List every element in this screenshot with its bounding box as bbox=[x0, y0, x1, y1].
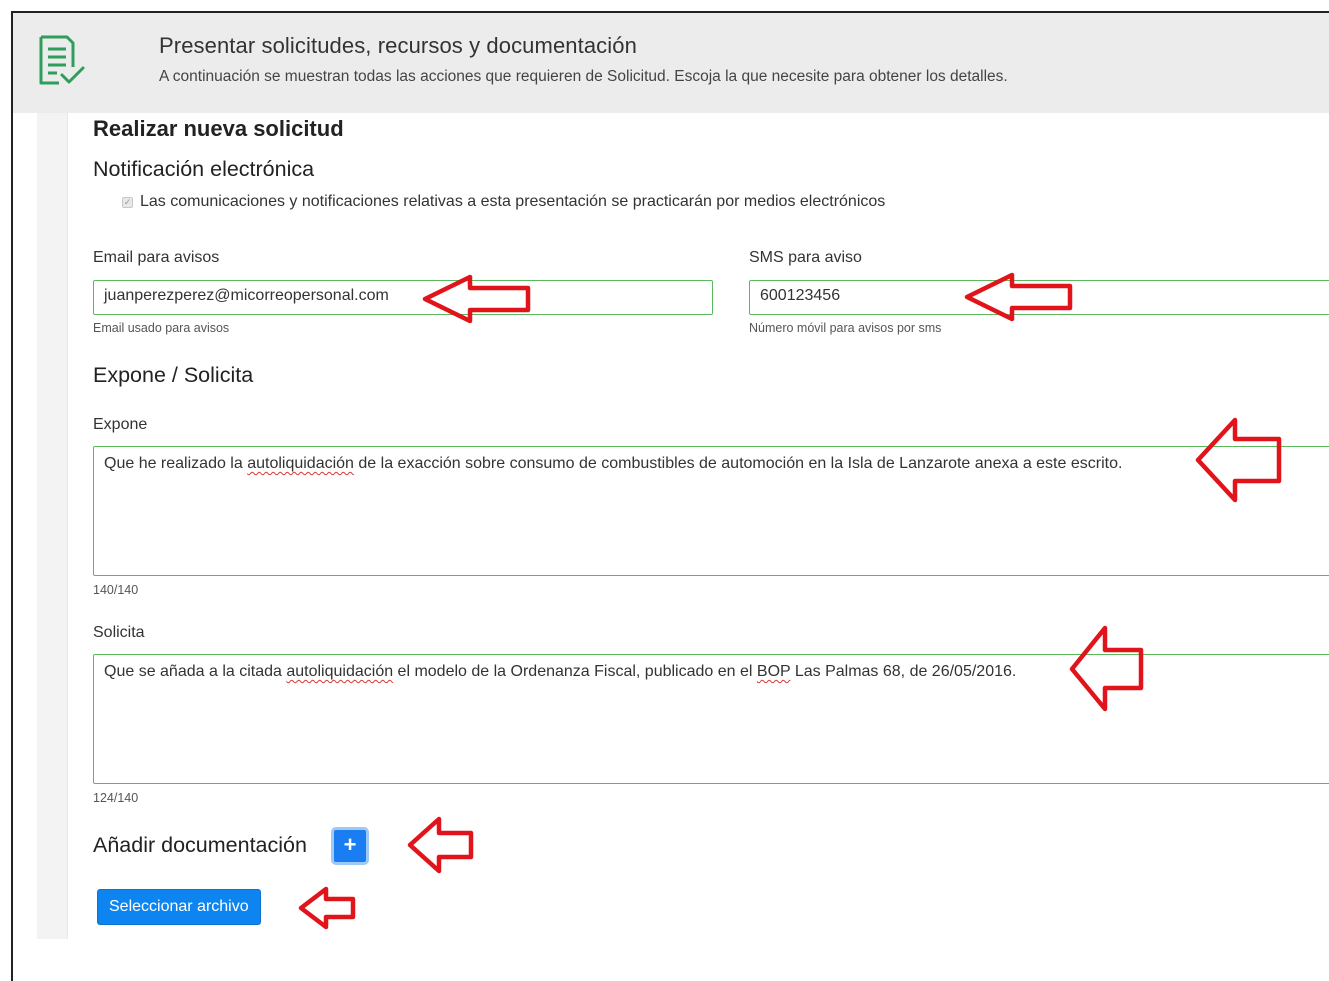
solicita-counter: 124/140 bbox=[93, 791, 139, 805]
notification-heading: Notificación electrónica bbox=[93, 157, 315, 181]
sms-label: SMS para aviso bbox=[749, 249, 862, 266]
page-title: Presentar solicitudes, recursos y docume… bbox=[159, 33, 637, 58]
form-heading: Realizar nueva solicitud bbox=[93, 116, 344, 141]
divider bbox=[67, 113, 68, 939]
email-help: Email usado para avisos bbox=[93, 321, 230, 335]
sms-help: Número móvil para avisos por sms bbox=[749, 321, 942, 335]
solicita-text: el modelo de la Ordenanza Fiscal, public… bbox=[393, 663, 757, 680]
expone-counter: 140/140 bbox=[93, 583, 139, 597]
page-subtitle: A continuación se muestran todas las acc… bbox=[159, 68, 1008, 85]
page-header: Presentar solicitudes, recursos y docume… bbox=[13, 13, 1329, 113]
expone-text: Que he realizado la bbox=[104, 455, 248, 472]
annotation-arrow-left-icon bbox=[1069, 625, 1144, 712]
misspelled-word: autoliquidación bbox=[247, 455, 354, 472]
expone-label: Expone bbox=[93, 416, 148, 433]
document-check-icon bbox=[37, 35, 87, 92]
annotation-arrow-left-icon bbox=[1195, 417, 1282, 503]
notification-checkbox[interactable]: ✓ bbox=[122, 196, 133, 208]
email-label: Email para avisos bbox=[93, 249, 220, 266]
annotation-arrow-left-icon bbox=[422, 274, 531, 324]
side-panel bbox=[37, 113, 67, 939]
email-field[interactable]: juanperezperez@micorreopersonal.com bbox=[93, 280, 713, 315]
misspelled-word: autoliquidación bbox=[286, 663, 394, 680]
solicita-text: Que se añada a la citada bbox=[104, 663, 287, 680]
expone-solicita-heading: Expone / Solicita bbox=[93, 363, 254, 387]
notification-checkbox-row: ✓ Las comunicaciones y notificaciones re… bbox=[122, 193, 885, 211]
misspelled-word: BOP bbox=[756, 663, 791, 680]
solicita-label: Solicita bbox=[93, 624, 145, 641]
add-documentation-button[interactable]: + bbox=[331, 827, 369, 865]
expone-text: de la exacción sobre consumo de combusti… bbox=[353, 455, 1123, 472]
solicita-text: Las Palmas 68, de 26/05/2016. bbox=[790, 663, 1017, 680]
annotation-arrow-left-icon bbox=[964, 272, 1073, 322]
expone-textarea[interactable]: Que he realizado la autoliquidación de l… bbox=[93, 446, 1329, 576]
annotation-arrow-left-icon bbox=[407, 816, 474, 874]
select-file-button[interactable]: Seleccionar archivo bbox=[97, 889, 261, 925]
documentation-heading: Añadir documentación bbox=[93, 833, 307, 857]
annotation-arrow-left-icon bbox=[298, 886, 356, 930]
notification-checkbox-label: Las comunicaciones y notificaciones rela… bbox=[140, 193, 886, 210]
